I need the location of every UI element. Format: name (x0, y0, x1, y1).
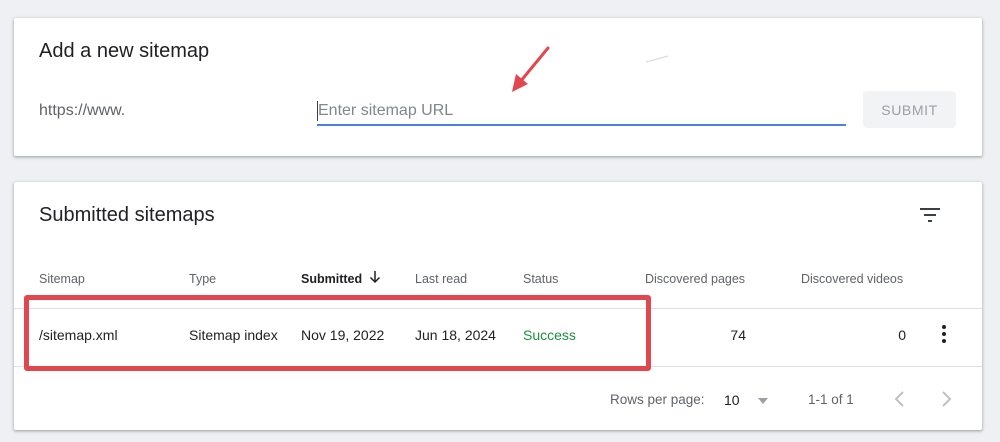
row-divider (14, 366, 982, 367)
text-cursor (317, 101, 318, 121)
rows-per-page-label: Rows per page: (610, 392, 705, 407)
dropdown-caret-icon (758, 398, 768, 404)
column-header-discovered-pages[interactable]: Discovered pages (645, 272, 745, 286)
annotation-arrow-icon (512, 46, 550, 92)
add-sitemap-title: Add a new sitemap (39, 40, 210, 62)
decorative-stroke (645, 55, 669, 63)
cell-discovered-videos: 0 (898, 327, 906, 343)
submit-button[interactable]: SUBMIT (863, 91, 956, 128)
column-header-submitted[interactable]: Submitted (301, 272, 362, 286)
submitted-sitemaps-card: Submitted sitemaps Sitemap Type Submitte… (14, 182, 982, 430)
chevron-right-icon[interactable] (938, 388, 954, 410)
cell-last-read: Jun 18, 2024 (415, 327, 496, 343)
url-prefix: https://www. (39, 102, 126, 119)
cell-submitted: Nov 19, 2022 (301, 327, 385, 343)
column-header-sitemap[interactable]: Sitemap (39, 272, 85, 286)
cell-discovered-pages: 74 (730, 327, 746, 343)
column-header-type[interactable]: Type (189, 272, 216, 286)
column-header-last-read[interactable]: Last read (415, 272, 467, 286)
header-divider (14, 308, 982, 309)
add-sitemap-card: Add a new sitemap https://www. SUBMIT (14, 18, 982, 156)
cell-type: Sitemap index (189, 327, 278, 343)
chevron-left-icon[interactable] (892, 388, 908, 410)
sitemap-url-input[interactable] (317, 98, 846, 126)
column-header-status[interactable]: Status (523, 272, 558, 286)
pagination-range: 1-1 of 1 (808, 392, 854, 407)
sort-down-arrow-icon[interactable] (369, 270, 381, 284)
rows-per-page-select[interactable]: 10 (720, 390, 780, 412)
cell-status: Success (523, 327, 576, 343)
column-header-discovered-videos[interactable]: Discovered videos (801, 272, 903, 286)
more-vert-icon[interactable] (939, 323, 949, 345)
submitted-sitemaps-title: Submitted sitemaps (39, 204, 215, 226)
rows-per-page-value: 10 (724, 392, 740, 408)
cell-sitemap[interactable]: /sitemap.xml (39, 327, 118, 343)
filter-icon[interactable] (918, 204, 942, 226)
